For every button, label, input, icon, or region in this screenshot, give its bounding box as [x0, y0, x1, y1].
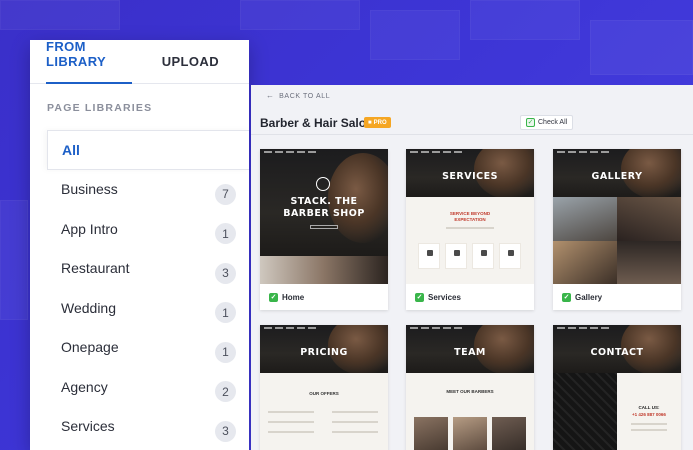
library-item-restaurant[interactable]: Restaurant 3	[47, 249, 249, 289]
library-item-label: All	[62, 141, 80, 158]
template-card-pricing[interactable]: PRICING OUR OFFERS	[260, 325, 388, 450]
template-card-services[interactable]: SERVICES SERVICE BEYOND EXPECTATION ✓ Se…	[406, 149, 534, 310]
library-item-count: 1	[215, 223, 236, 245]
hero-image: PRICING	[260, 325, 388, 373]
hero-image: SERVICES	[406, 149, 534, 197]
library-list: All Business 7 App Intro 1 Restaurant 3 …	[47, 130, 249, 446]
tab-upload[interactable]: UPLOAD	[162, 54, 219, 83]
sub-text-2: EXPECTATION	[454, 217, 486, 222]
library-item-business[interactable]: Business 7	[47, 170, 249, 210]
tab-from-library[interactable]: FROM LIBRARY	[46, 39, 132, 84]
gallery-photo	[617, 241, 681, 284]
library-item-all[interactable]: All	[47, 130, 249, 170]
checkbox-icon[interactable]: ✓	[269, 292, 278, 302]
hero-text-1: GALLERY	[591, 171, 643, 182]
arrow-left-icon: ←	[266, 91, 275, 100]
template-card-gallery[interactable]: GALLERY ✓ Gallery	[553, 149, 681, 310]
hero-text-2: BARBER SHOP	[283, 208, 365, 219]
library-item-label: Business	[61, 181, 118, 198]
hero-image: STACK. THE BARBER SHOP	[260, 149, 388, 256]
library-item-app-intro[interactable]: App Intro 1	[47, 209, 249, 249]
hero-image: CONTACT	[553, 325, 681, 373]
map-image	[553, 373, 617, 450]
template-card-footer: ✓ Gallery	[553, 284, 681, 310]
library-item-count: 3	[215, 420, 236, 442]
library-sidebar: FROM LIBRARY UPLOAD PAGE LIBRARIES All B…	[30, 39, 249, 450]
panel-header: Barber & Hair Salon ■ PRO ✓ Check All	[251, 109, 693, 135]
template-card-footer: ✓ Services	[406, 284, 534, 310]
barber-logo-icon	[316, 177, 330, 191]
template-thumbnail: STACK. THE BARBER SHOP	[260, 149, 388, 284]
library-item-count: 1	[215, 341, 236, 363]
preview-photo	[260, 256, 388, 284]
library-item-agency[interactable]: Agency 2	[47, 367, 249, 407]
checkbox-icon[interactable]: ✓	[562, 292, 571, 302]
gallery-photo	[553, 197, 617, 241]
hero-text-1: STACK. THE	[290, 196, 358, 207]
check-all-label: Check All	[538, 119, 568, 126]
template-name: Home	[282, 292, 305, 302]
template-card-footer: ✓ Home	[260, 284, 388, 310]
panel-title: Barber & Hair Salon	[260, 116, 374, 130]
sub-text-1: CALL US:	[638, 405, 660, 410]
section-label: PAGE LIBRARIES	[47, 102, 153, 114]
tab-bar: FROM LIBRARY UPLOAD	[30, 39, 249, 84]
library-item-services[interactable]: Services 3	[47, 407, 249, 447]
template-thumbnail: PRICING OUR OFFERS	[260, 325, 388, 450]
library-item-count: 1	[215, 302, 236, 324]
hero-image: GALLERY	[553, 149, 681, 197]
team-photo	[414, 417, 448, 450]
template-card-team[interactable]: TEAM MEET OUR BARBERS	[406, 325, 534, 450]
hero-text-1: CONTACT	[590, 347, 644, 358]
check-all-button[interactable]: ✓ Check All	[520, 115, 574, 130]
service-icon	[499, 243, 521, 269]
back-label: BACK TO ALL	[279, 93, 331, 100]
library-item-wedding[interactable]: Wedding 1	[47, 288, 249, 328]
library-item-count: 2	[215, 381, 236, 403]
library-item-label: Restaurant	[61, 260, 130, 277]
checkbox-icon[interactable]: ✓	[415, 292, 424, 302]
template-card-home[interactable]: STACK. THE BARBER SHOP ✓ Home	[260, 149, 388, 310]
library-item-label: Services	[61, 418, 115, 435]
gallery-photo	[553, 241, 617, 284]
library-item-label: Wedding	[61, 299, 117, 316]
lock-icon: ■	[368, 119, 372, 126]
hero-text-1: TEAM	[454, 347, 486, 358]
library-item-label: App Intro	[61, 220, 118, 237]
template-name: Services	[428, 292, 461, 302]
sub-text-1: MEET OUR BARBERS	[446, 389, 494, 394]
back-to-all-link[interactable]: ← BACK TO ALL	[266, 91, 330, 100]
team-photo	[453, 417, 487, 450]
library-item-label: Agency	[61, 378, 108, 395]
pro-badge-label: PRO	[373, 119, 387, 126]
service-icon	[418, 243, 440, 269]
library-item-count: 3	[215, 262, 236, 284]
template-thumbnail: GALLERY	[553, 149, 681, 284]
template-thumbnail: TEAM MEET OUR BARBERS	[406, 325, 534, 450]
team-photo	[492, 417, 526, 450]
template-panel: ← BACK TO ALL Barber & Hair Salon ■ PRO …	[251, 85, 693, 450]
service-icon	[445, 243, 467, 269]
template-thumbnail: CONTACT CALL US: +1 426 887 0066	[553, 325, 681, 450]
pro-badge: ■ PRO	[364, 117, 391, 128]
template-thumbnail: SERVICES SERVICE BEYOND EXPECTATION	[406, 149, 534, 284]
template-name: Gallery	[575, 292, 603, 302]
library-item-onepage[interactable]: Onepage 1	[47, 328, 249, 368]
hero-text-1: PRICING	[300, 347, 348, 358]
hero-text-1: SERVICES	[442, 171, 498, 182]
sub-text-1: SERVICE BEYOND	[449, 211, 491, 216]
hero-image: TEAM	[406, 325, 534, 373]
service-icon	[472, 243, 494, 269]
library-item-label: Onepage	[61, 339, 119, 356]
checkbox-icon: ✓	[526, 118, 535, 127]
template-card-contact[interactable]: CONTACT CALL US: +1 426 887 0066	[553, 325, 681, 450]
sub-text-2: +1 426 887 0066	[632, 412, 666, 417]
library-item-count: 7	[215, 183, 236, 205]
sub-text-1: OUR OFFERS	[309, 391, 339, 396]
gallery-photo	[617, 197, 681, 241]
